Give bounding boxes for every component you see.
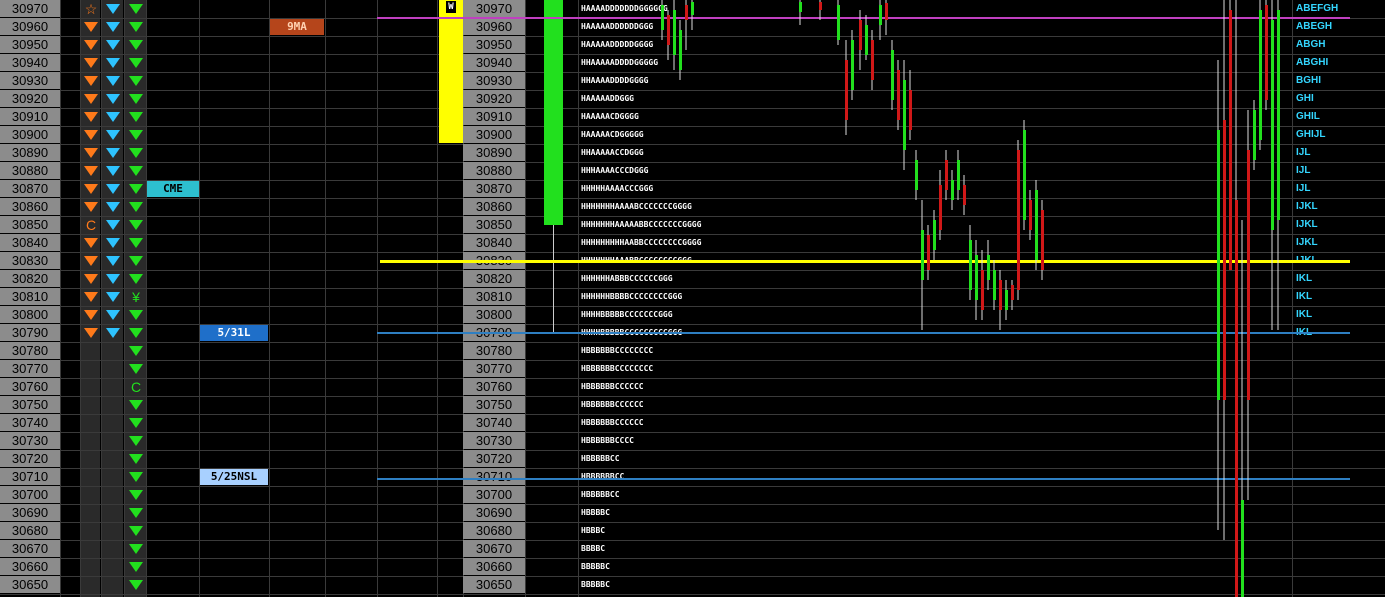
candle-body [1035, 190, 1038, 260]
candle-body [885, 3, 888, 20]
candle-body [921, 230, 924, 280]
candle-body [945, 160, 948, 190]
candle-body [851, 40, 854, 90]
candle-body [1029, 200, 1032, 230]
candle-chart [661, 0, 1280, 597]
candle-body [933, 220, 936, 250]
candle-body [1011, 285, 1014, 300]
candle-body [673, 10, 676, 55]
candle-body [1247, 150, 1250, 400]
candle-body [859, 20, 862, 50]
candle-body [903, 80, 906, 150]
candle-body [909, 90, 912, 130]
candle-body [819, 2, 822, 10]
candle-body [981, 270, 984, 310]
candle-body [939, 185, 942, 230]
candle-body [837, 5, 840, 40]
candle-body [1235, 200, 1238, 597]
candle-body [1265, 5, 1268, 100]
candle-body [1017, 150, 1020, 290]
price-ladder: 30970 30970 30960 30960 30950 30950 30940 30940… [0, 0, 1385, 597]
candle-body [685, 5, 688, 20]
candle-body [865, 25, 868, 55]
candle-body [1241, 500, 1244, 597]
candle-body [951, 180, 954, 200]
candle-body [927, 235, 930, 270]
candle-body [1223, 120, 1226, 400]
candle-body [1259, 10, 1262, 140]
candle-body [993, 270, 996, 300]
candle-body [1253, 110, 1256, 160]
candle-body [879, 5, 882, 25]
candle-body [845, 60, 848, 120]
candle-body [1277, 10, 1280, 220]
candle-body [799, 2, 802, 12]
candle-body [1229, 10, 1232, 270]
candle-body [999, 280, 1002, 310]
candle-body [679, 30, 682, 70]
candle-body [1041, 210, 1044, 270]
candle-body [963, 185, 966, 205]
candle-body [987, 255, 990, 280]
candle-body [667, 15, 670, 45]
candle-body [661, 5, 664, 30]
candle-body [975, 255, 978, 300]
candle-body [891, 50, 894, 100]
candle-body [1005, 290, 1008, 310]
candle-body [1217, 130, 1220, 400]
candle-body [957, 160, 960, 190]
candle-body [897, 70, 900, 120]
candle-body [969, 240, 972, 290]
candle-body [871, 40, 874, 80]
candle-body [691, 2, 694, 15]
candle-body [1023, 130, 1026, 220]
candle-body [1271, 20, 1274, 230]
candle-body [915, 160, 918, 190]
